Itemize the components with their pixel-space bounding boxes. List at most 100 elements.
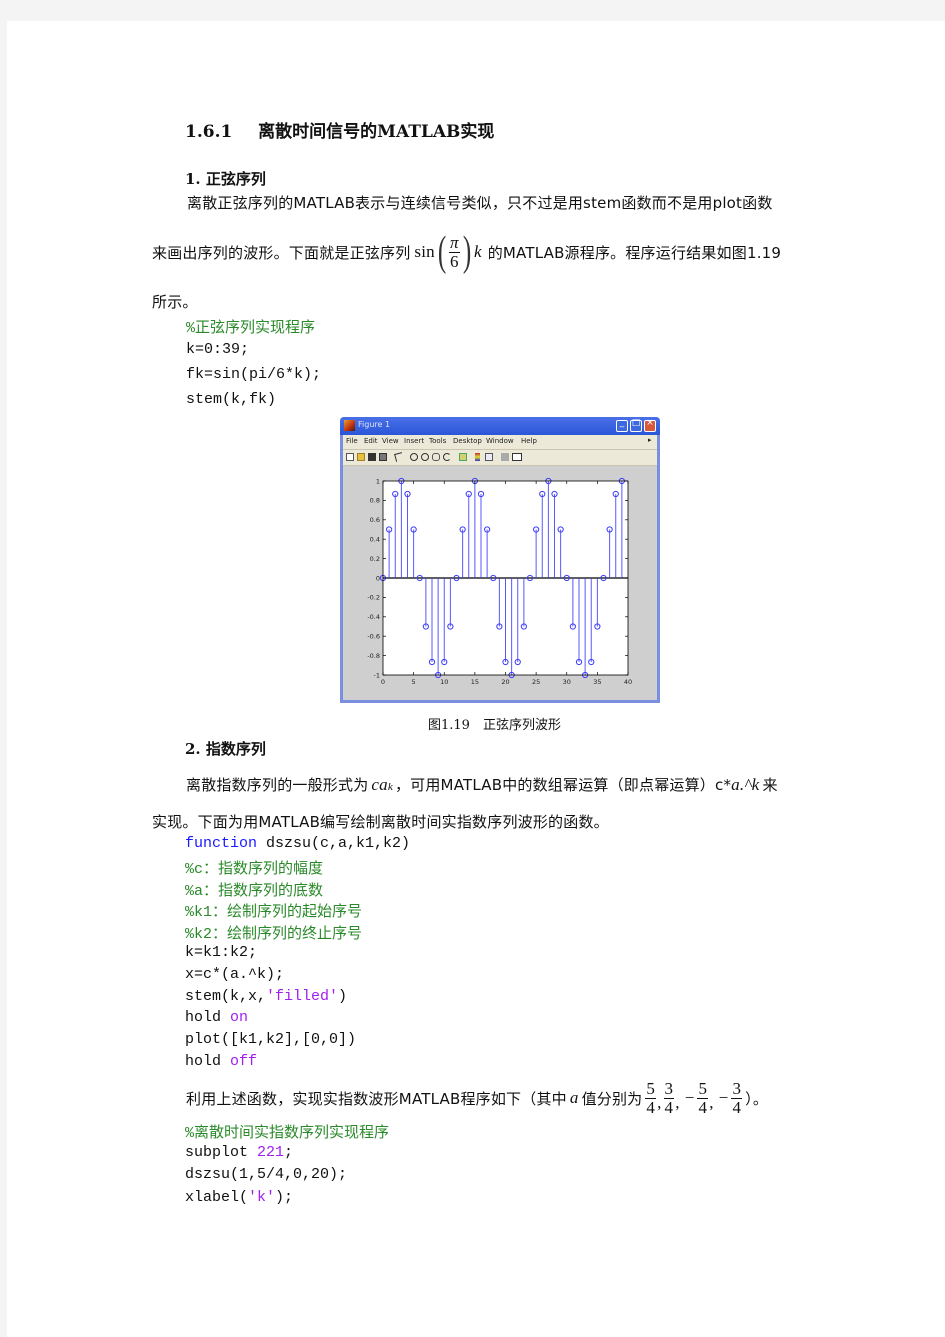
maximize-button[interactable]: □ <box>630 418 642 432</box>
y-tick-label: 0 <box>376 574 380 582</box>
y-tick-label: -0.4 <box>367 613 380 621</box>
code-text: dszsu(c,a,k1,k2) <box>257 835 411 852</box>
figure-title-bar[interactable]: Figure 1 _ □ × <box>340 417 660 435</box>
show-plot-tools-icon[interactable] <box>512 453 522 461</box>
code-line: plot([k1,k2],[0,0]) <box>185 1031 356 1048</box>
paragraph-line: 实现。下面为用MATLAB编写绘制离散时间实指数序列波形的函数。 <box>152 813 609 831</box>
x-tick-label: 35 <box>593 678 601 686</box>
code-line: k=k1:k2; <box>185 944 257 961</box>
open-folder-icon[interactable] <box>357 453 365 461</box>
code-line: k=0:39; <box>186 341 250 358</box>
minimize-button[interactable]: _ <box>616 418 628 432</box>
colorbar-icon[interactable] <box>475 453 480 461</box>
paragraph-line-with-math: 来画出序列的波形。下面就是正弦序列 sin ( π 6 ) k 的MATLAB源… <box>152 229 781 275</box>
y-tick-label: 0.6 <box>370 516 380 524</box>
code-line: hold on <box>185 1009 248 1026</box>
math-denominator: 4 <box>664 1097 674 1117</box>
code-line: fk=sin(pi/6*k); <box>186 366 322 383</box>
code-string: off <box>230 1053 258 1070</box>
x-tick-label: 10 <box>440 678 448 686</box>
y-tick-label: 1 <box>376 477 380 485</box>
code-text: x=c*(a.^k); <box>185 965 285 983</box>
code-comment: %k1：绘制序列的起始序号 <box>185 904 363 922</box>
zoom-in-icon[interactable] <box>410 453 418 461</box>
math-comma: , <box>709 1093 714 1112</box>
menu-window[interactable]: Window <box>486 437 514 445</box>
math-fraction-pi-over-6: π 6 <box>449 233 460 271</box>
code-text: ; <box>284 1143 294 1161</box>
pointer-icon[interactable] <box>394 452 404 462</box>
math-a-pow-k: a.^k <box>731 775 760 794</box>
math-comma: , <box>675 1093 680 1112</box>
code-string: 'k' <box>248 1188 276 1206</box>
x-tick-label: 40 <box>624 678 632 686</box>
code-line: x=c*(a.^k); <box>185 966 284 983</box>
math-right-paren: ) <box>462 229 472 275</box>
x-tick-label: 5 <box>412 678 416 686</box>
paragraph-line: 所示。 <box>152 293 198 311</box>
pan-hand-icon[interactable] <box>432 453 440 461</box>
paragraph-text: ，可用MATLAB中的数组幂运算（即点幂运算）c* <box>394 776 732 794</box>
code-number: 221 <box>257 1143 285 1161</box>
code-line: %a：指数序列的底数 <box>185 879 323 900</box>
code-line: dszsu(1,5/4,0,20); <box>185 1166 347 1183</box>
menu-dock-arrow-icon[interactable]: ▸ <box>648 436 652 444</box>
code-line: hold off <box>185 1053 257 1070</box>
math-denominator: 4 <box>646 1097 656 1117</box>
menu-desktop[interactable]: Desktop <box>453 437 482 445</box>
code-line: %离散时间实指数序列实现程序 <box>185 1121 389 1142</box>
math-comma: , <box>657 1093 662 1112</box>
math-ca: ca <box>371 775 388 794</box>
math-minus-sign: − <box>718 1088 729 1107</box>
menu-tools[interactable]: Tools <box>429 437 446 445</box>
y-tick-label: -1 <box>374 671 380 679</box>
code-text: subplot <box>185 1143 258 1161</box>
hide-plot-tools-icon[interactable] <box>501 453 509 461</box>
y-tick-label: -0.2 <box>367 594 380 602</box>
code-line: %k1：绘制序列的起始序号 <box>185 900 362 921</box>
code-comment: %k2：绘制序列的终止序号 <box>185 926 363 944</box>
code-text: plot([k1,k2],[0,0]) <box>185 1031 357 1049</box>
x-tick-label: 25 <box>532 678 540 686</box>
menu-view[interactable]: View <box>382 437 399 445</box>
subsection-heading-exponential: 2. 指数序列 <box>185 740 266 758</box>
close-button[interactable]: × <box>644 418 656 432</box>
paragraph-text: 来画出序列的波形。下面就是正弦序列 <box>152 243 411 262</box>
y-tick-label: 0.4 <box>370 536 380 544</box>
paragraph-text: 离散指数序列的一般形式为 <box>186 776 369 794</box>
zoom-out-icon[interactable] <box>421 453 429 461</box>
paragraph-text: ）。 <box>745 1089 769 1108</box>
code-text: xlabel( <box>185 1188 249 1206</box>
menu-edit[interactable]: Edit <box>364 437 378 445</box>
menu-insert[interactable]: Insert <box>404 437 424 445</box>
paragraph-text: 利用上述函数，实现实指数波形MATLAB程序如下（其中 <box>186 1089 567 1108</box>
print-icon[interactable] <box>379 453 387 461</box>
math-numerator: 3 <box>731 1078 743 1099</box>
code-string: 'filled' <box>266 987 339 1005</box>
section-number: 1.6.1 <box>185 122 233 142</box>
y-tick-label: 0.8 <box>370 497 380 505</box>
y-tick-label: -0.6 <box>367 633 380 641</box>
stem-plot: 0 5 10 15 20 25 30 35 40 -1 -0.8 -0.6 -0.4 -0.2 0 0.2 0… <box>367 477 632 686</box>
rotate-icon[interactable] <box>443 453 451 461</box>
new-file-icon[interactable] <box>346 453 354 461</box>
code-text: ); <box>275 1188 294 1206</box>
paragraph-text: 来 <box>762 776 778 794</box>
paragraph-line: 离散正弦序列的MATLAB表示与连续信号类似，只不过是用stem函数而不是用pl… <box>187 194 773 212</box>
legend-icon[interactable] <box>485 453 493 461</box>
math-denominator: 4 <box>732 1097 742 1117</box>
math-numerator: 5 <box>697 1078 709 1099</box>
fraction-list: 5 4, 3 4, −5 4, −3 4 <box>645 1078 743 1117</box>
code-line-comment: %正弦序列实现程序 <box>186 320 316 337</box>
subsection-heading-sine: 1. 正弦序列 <box>185 170 266 188</box>
menu-help[interactable]: Help <box>521 437 537 445</box>
save-icon[interactable] <box>368 453 376 461</box>
data-cursor-icon[interactable] <box>459 453 467 461</box>
paragraph-text: 值分别为 <box>581 1089 643 1108</box>
code-text: stem(k,x, <box>185 987 267 1005</box>
math-a: a <box>569 1088 579 1107</box>
math-left-paren: ( <box>437 229 447 275</box>
menu-file[interactable]: File <box>346 437 358 445</box>
math-fraction: 54 <box>697 1078 709 1117</box>
section-title-text: 离散时间信号的MATLAB实现 <box>258 122 495 142</box>
